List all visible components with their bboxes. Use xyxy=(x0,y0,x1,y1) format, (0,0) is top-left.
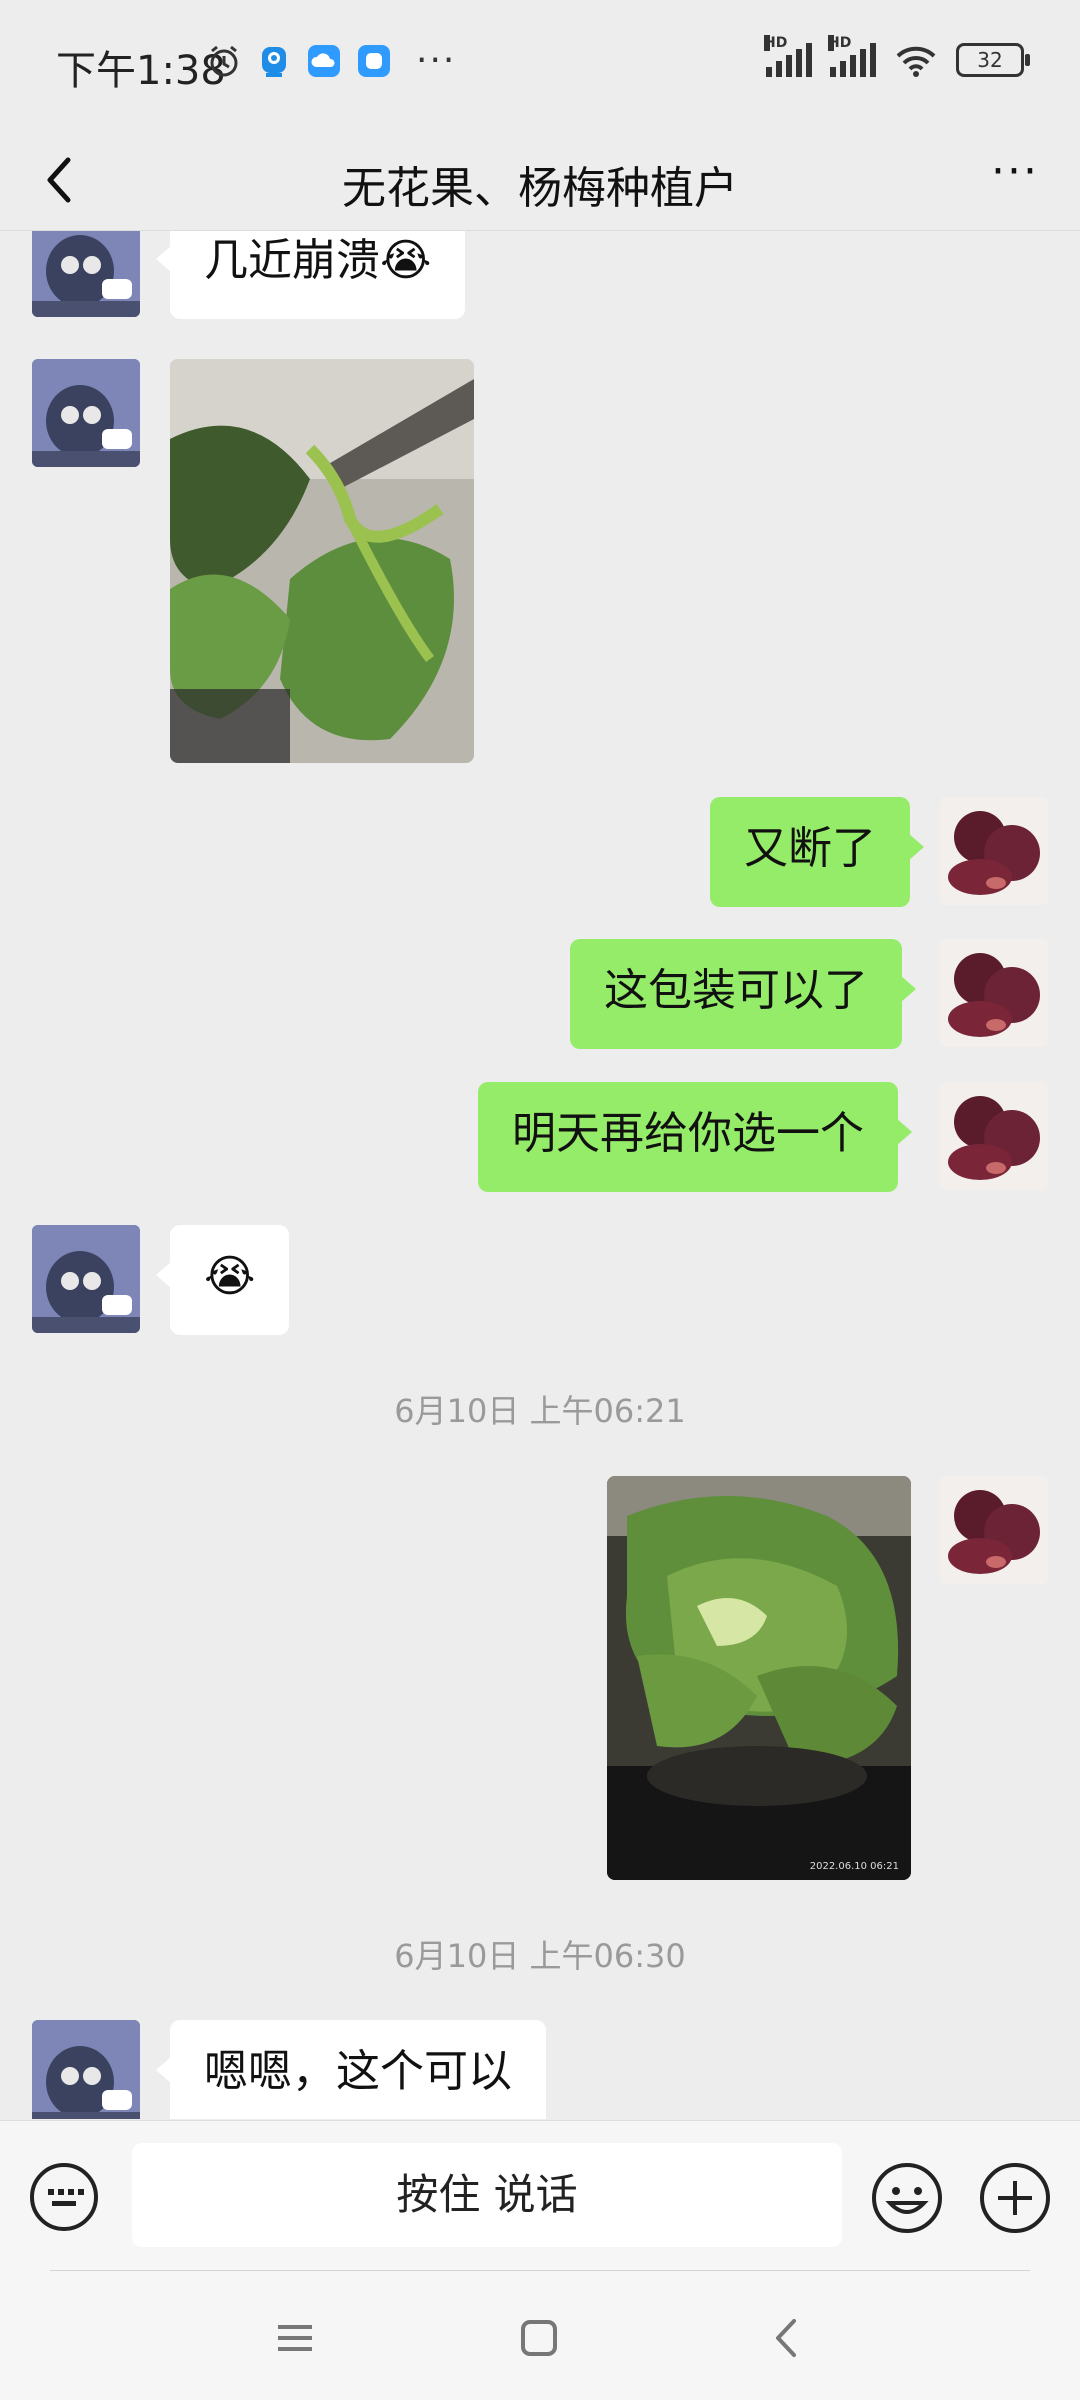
contact-avatar[interactable] xyxy=(32,2020,140,2119)
message-bubble-incoming[interactable]: 😭 xyxy=(155,1225,290,1335)
my-avatar[interactable] xyxy=(940,939,1048,1047)
status-bar: 下午1:38 ··· HD HD 32 xyxy=(0,0,1080,130)
status-notification-icons: ··· xyxy=(206,40,456,81)
home-icon[interactable] xyxy=(516,2315,562,2361)
app-icon xyxy=(358,44,390,77)
back-icon[interactable] xyxy=(764,2315,810,2361)
message-bubble-incoming[interactable]: 几近崩溃😭 xyxy=(155,231,466,319)
status-system-icons: HD HD 32 xyxy=(764,35,1030,78)
message-bubble-outgoing[interactable]: 明天再给你选一个 xyxy=(478,1082,912,1192)
message-timestamp: 6月10日 上午06:21 xyxy=(394,1392,686,1430)
system-navigation-bar xyxy=(0,2271,1080,2400)
message-timestamp: 6月10日 上午06:30 xyxy=(394,1937,686,1975)
status-time: 下午1:38 xyxy=(56,48,226,94)
contact-avatar[interactable] xyxy=(32,359,140,467)
chat-header: 无花果、杨梅种植户 ··· xyxy=(0,130,1080,231)
camera-app-icon xyxy=(262,46,286,77)
message-bubble-outgoing[interactable]: 又断了 xyxy=(710,797,924,907)
more-options-button[interactable]: ··· xyxy=(980,150,1050,210)
menu-icon[interactable] xyxy=(272,2315,318,2361)
signal-2-icon: HD xyxy=(828,35,876,77)
contact-avatar[interactable] xyxy=(32,1225,140,1333)
my-avatar[interactable] xyxy=(940,1082,1048,1190)
contact-avatar[interactable] xyxy=(32,231,140,317)
message-bubble-outgoing[interactable]: 这包装可以了 xyxy=(570,939,916,1049)
image-message-fig-plant[interactable]: 2022.06.10 06:21 xyxy=(607,1476,911,1880)
alarm-icon xyxy=(210,45,238,76)
image-message-broken-fig-branch[interactable] xyxy=(170,359,474,763)
cloud-app-icon xyxy=(308,44,340,77)
message-composer: 按住 说话 xyxy=(0,2120,1080,2271)
chat-messages[interactable]: 几近崩溃😭 又断了 这包装可以了 明天再给你选一个 😭 6月10日 上午06:2… xyxy=(0,231,1080,2119)
emoji-icon[interactable] xyxy=(870,2161,944,2235)
wifi-icon xyxy=(896,46,936,77)
battery-indicator: 32 xyxy=(956,43,1030,77)
my-avatar[interactable] xyxy=(940,797,1048,905)
more-notifications-icon: ··· xyxy=(416,40,457,81)
my-avatar[interactable] xyxy=(940,1476,1048,1584)
chat-title: 无花果、杨梅种植户 xyxy=(342,163,738,214)
plus-icon[interactable] xyxy=(978,2161,1052,2235)
keyboard-icon[interactable] xyxy=(28,2161,100,2233)
message-bubble-incoming[interactable]: 嗯嗯，这个可以 xyxy=(156,2020,546,2119)
signal-1-icon: HD xyxy=(764,35,812,77)
photo-watermark: 2022.06.10 06:21 xyxy=(809,1861,899,1872)
hold-to-talk-button[interactable]: 按住 说话 xyxy=(132,2143,842,2247)
